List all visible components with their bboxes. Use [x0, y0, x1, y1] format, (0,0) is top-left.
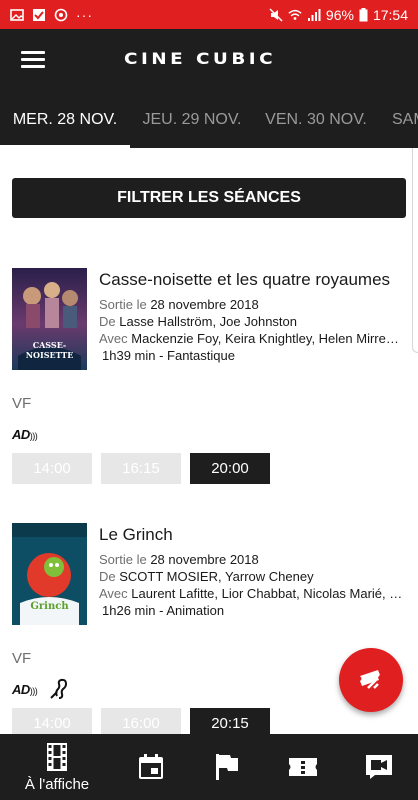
mute-icon	[269, 7, 283, 22]
movie-duration-genre: 1h26 min - Animation	[102, 603, 225, 618]
ticket-icon	[289, 758, 317, 776]
movie-poster[interactable]: Grinch	[12, 523, 87, 625]
movie-release: Sortie le 28 novembre 2018	[99, 297, 259, 312]
movie-version: VF	[12, 395, 32, 412]
status-notifications: ···	[10, 7, 93, 23]
nav-label: À l'affiche	[24, 775, 90, 793]
film-strip-icon	[47, 742, 67, 771]
ticket-booking-fab[interactable]	[339, 648, 403, 712]
app-logo: CINE CUBIC	[124, 49, 277, 68]
accessibility-row: AD)))	[12, 678, 71, 700]
movie-title[interactable]: Casse-noisette et les quatre royaumes	[99, 270, 390, 290]
check-icon	[33, 8, 45, 21]
movie-directors: De SCOTT MOSIER, Yarrow Cheney	[99, 569, 314, 584]
movie-directors: De Lasse Hallström, Joe Johnston	[99, 314, 298, 329]
movie-title[interactable]: Le Grinch	[99, 525, 173, 545]
status-bar: ··· 96% 17:54	[0, 0, 418, 29]
showtimes: 14:00 16:15 20:00	[12, 453, 270, 484]
movie-cast: Avec Mackenzie Foy, Keira Knightley, Hel…	[99, 331, 403, 346]
scroll-edge-indicator	[412, 148, 418, 353]
status-system: 96% 17:54	[269, 7, 408, 23]
ticket-booking-icon	[360, 670, 380, 689]
nav-item-flag[interactable]	[200, 734, 254, 800]
filter-sessions-button[interactable]: FILTRER LES SÉANCES	[12, 178, 406, 218]
showtime-button[interactable]: 14:00	[12, 453, 92, 484]
hearing-assistance-icon	[50, 678, 68, 699]
app-bar: CINE CUBIC	[0, 29, 418, 92]
nav-item-calendar[interactable]	[124, 734, 178, 800]
video-camera-icon	[366, 755, 392, 779]
movie-duration-genre: 1h39 min - Fantastique	[102, 348, 235, 363]
calendar-icon	[139, 754, 163, 779]
bottom-navigation: À l'affiche	[0, 734, 418, 800]
nav-item-now-showing[interactable]: À l'affiche	[14, 734, 100, 800]
poster-title-text: Grinch	[30, 601, 69, 612]
tab-date-1[interactable]: MER. 28 NOV.	[0, 92, 130, 148]
movie-release: Sortie le 28 novembre 2018	[99, 552, 259, 567]
movie-cast: Avec Laurent Lafitte, Lior Chabbat, Nico…	[99, 586, 403, 601]
showtime-button[interactable]: 16:15	[101, 453, 181, 484]
accessibility-row: AD)))	[12, 423, 38, 445]
showtime-button[interactable]: 20:00	[190, 453, 270, 484]
movie-version: VF	[12, 650, 32, 667]
hamburger-menu-icon[interactable]	[21, 51, 45, 69]
audio-description-icon: AD)))	[12, 426, 38, 442]
poster-title-text: CASSE-NOISETTE	[25, 340, 74, 360]
nav-item-tickets[interactable]	[276, 734, 330, 800]
movie-poster[interactable]: CASSE-NOISETTE	[12, 268, 87, 370]
flag-icon	[216, 754, 238, 780]
more-dots-icon: ···	[76, 6, 93, 23]
date-tabs: MER. 28 NOV. JEU. 29 NOV. VEN. 30 NOV. S…	[0, 92, 418, 148]
audio-description-icon: AD)))	[12, 681, 38, 697]
clock: 17:54	[372, 6, 408, 23]
sync-icon	[54, 8, 68, 21]
wifi-icon	[288, 9, 302, 20]
tab-date-4[interactable]: SAM	[378, 92, 418, 148]
signal-icon	[307, 8, 321, 21]
battery-icon	[359, 7, 368, 21]
tab-date-3[interactable]: VEN. 30 NOV.	[254, 92, 378, 148]
nav-item-video[interactable]	[352, 734, 406, 800]
image-icon	[10, 8, 24, 21]
battery-percent: 96%	[325, 6, 354, 23]
tab-date-2[interactable]: JEU. 29 NOV.	[130, 92, 254, 148]
